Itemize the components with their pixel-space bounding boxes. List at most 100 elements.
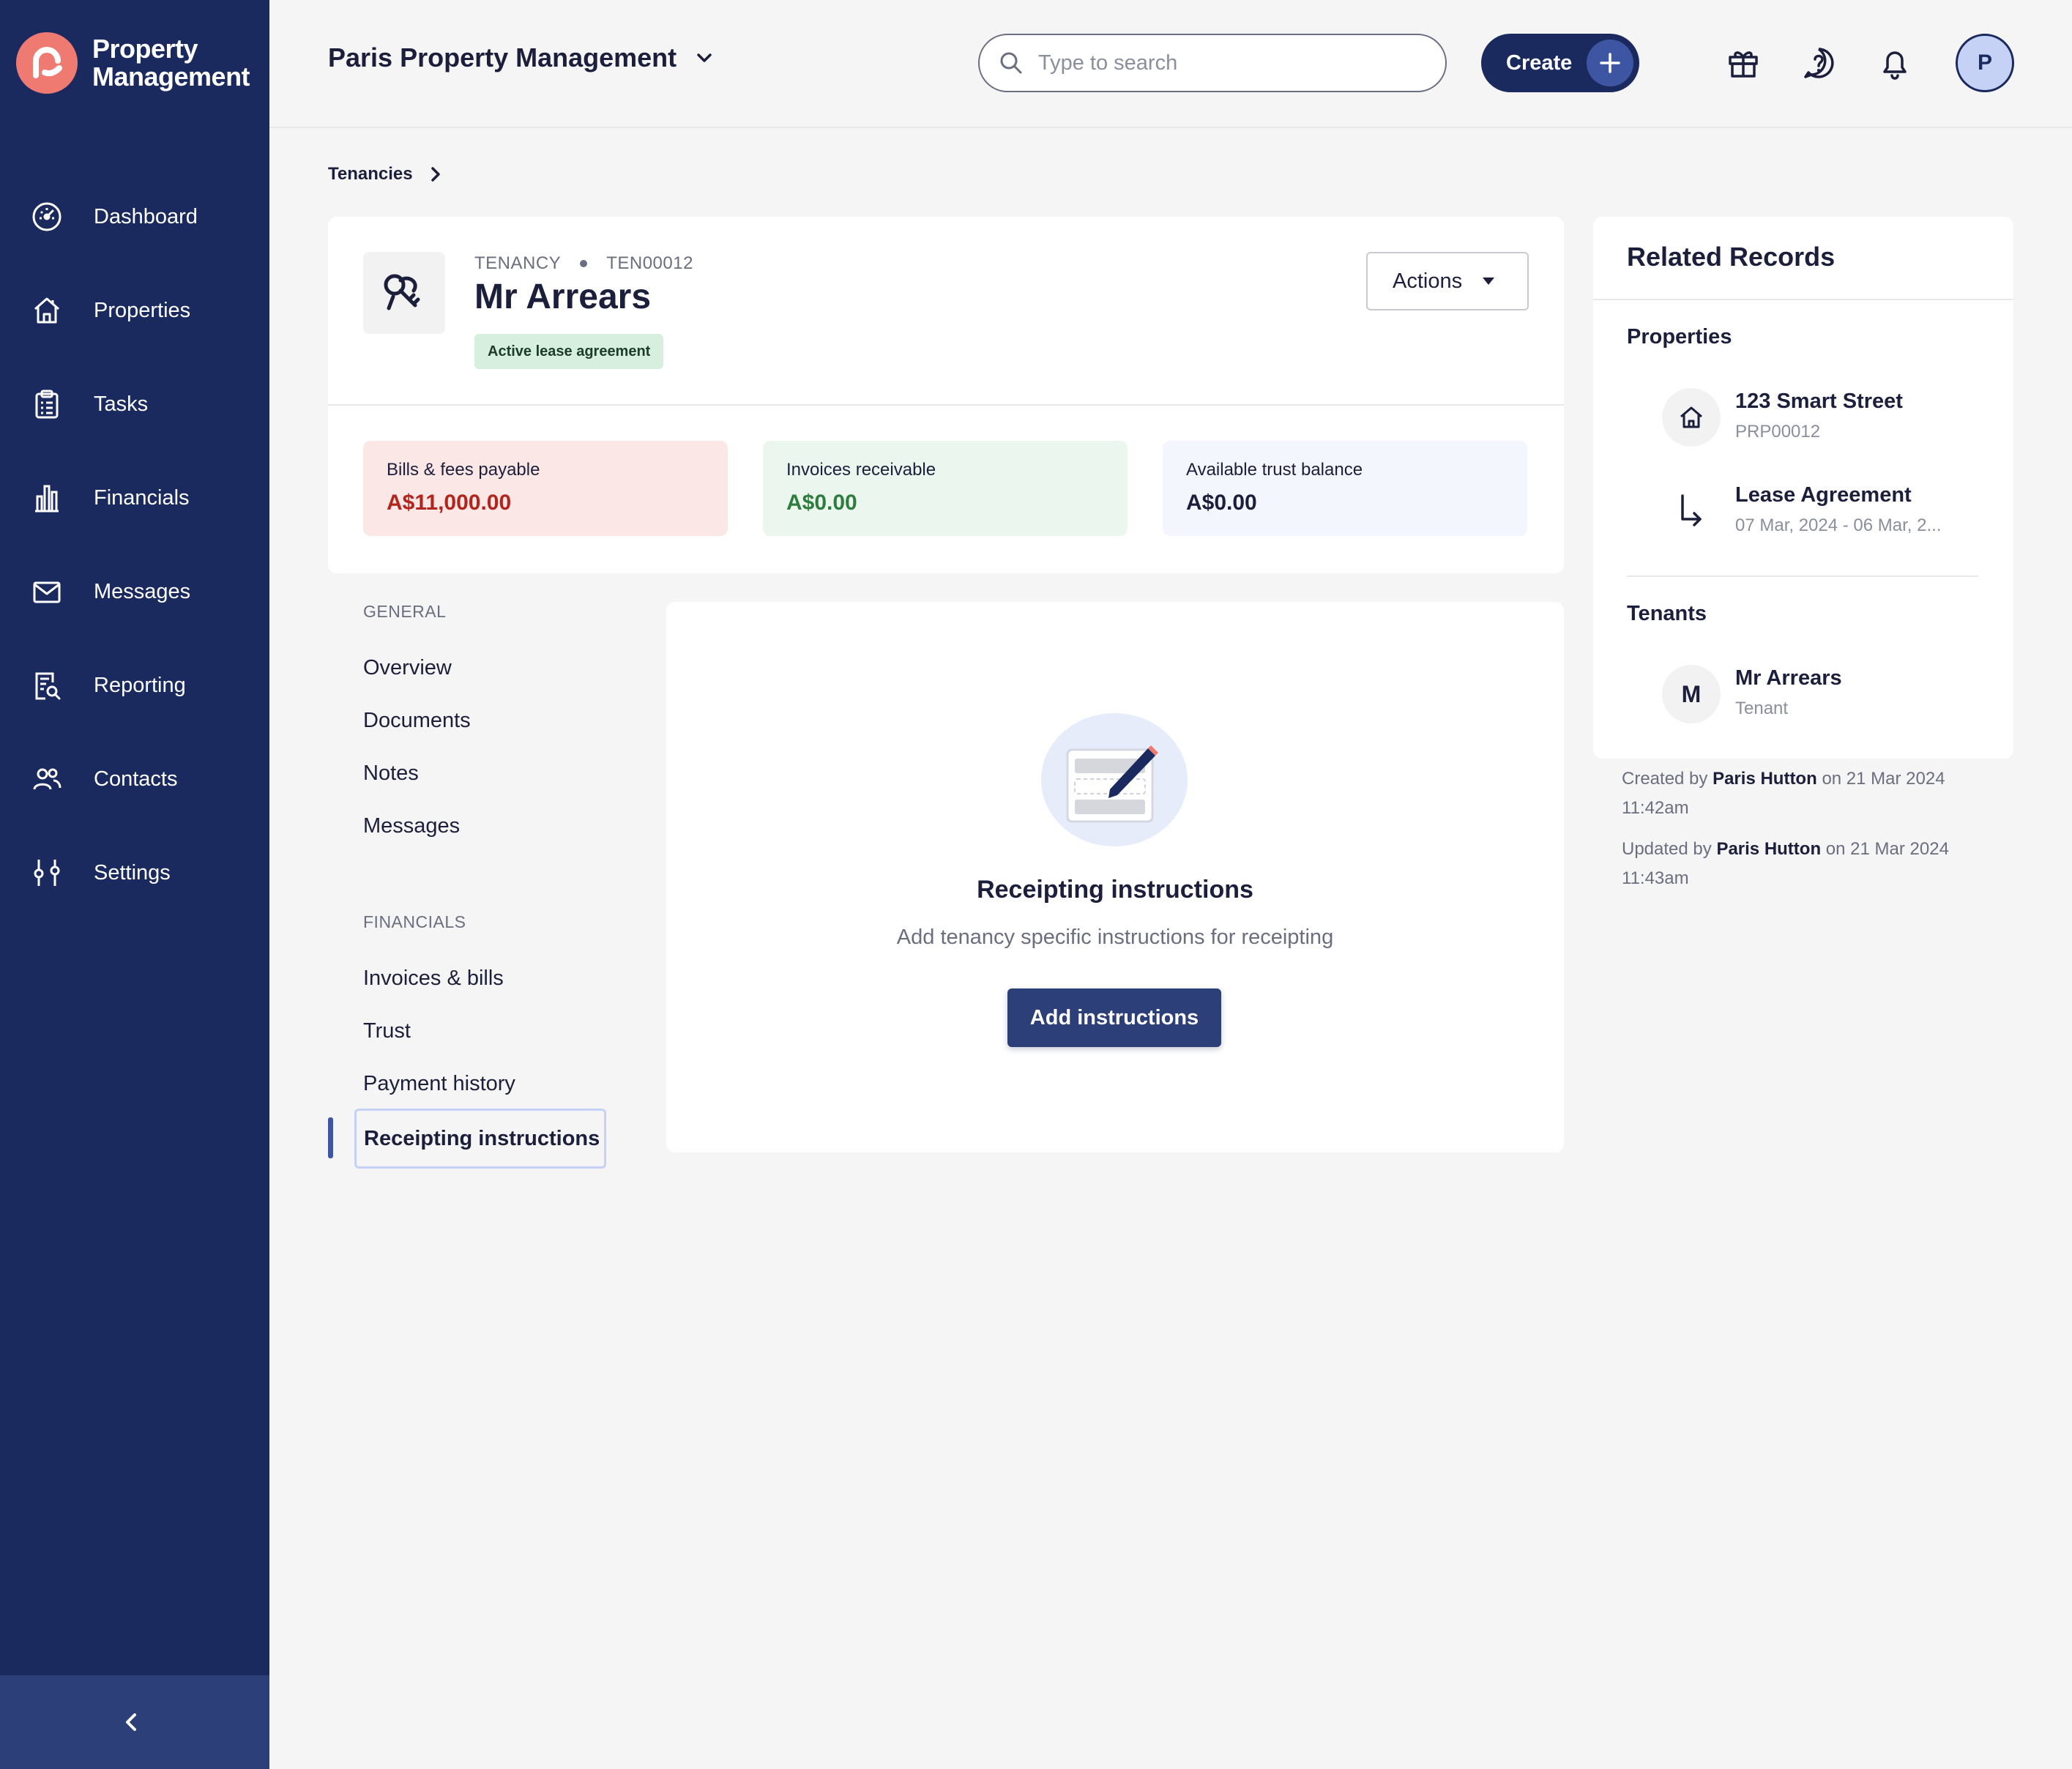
stat-label: Bills & fees payable [387, 460, 540, 480]
related-lease-link[interactable]: Lease Agreement [1735, 483, 1912, 507]
create-button[interactable]: Create [1481, 34, 1639, 92]
sidebar-item-reporting[interactable]: Reporting [0, 638, 269, 732]
sidebar-item-label: Properties [94, 298, 191, 322]
subnav-heading-financials: FINANCIALS [363, 912, 466, 931]
add-instructions-button[interactable]: Add instructions [1007, 988, 1221, 1047]
stat-invoices-receivable[interactable]: Invoices receivable A$0.00 [763, 441, 1128, 536]
related-tenants-heading: Tenants [1627, 602, 1707, 625]
related-property-code: PRP00012 [1735, 422, 1821, 442]
card-divider [328, 404, 1564, 406]
meta-separator-dot [580, 260, 588, 267]
sidebar-item-messages[interactable]: Messages [0, 545, 269, 638]
chevron-left-icon [126, 1713, 136, 1731]
stat-value: A$0.00 [786, 491, 857, 515]
report-search-icon [35, 672, 61, 700]
logo-line-2: Management [92, 62, 250, 92]
chevron-right-icon [431, 167, 440, 182]
breadcrumb-tenancies[interactable]: Tenancies [328, 164, 413, 185]
sidebar-item-settings[interactable]: Settings [0, 826, 269, 920]
related-properties-heading: Properties [1627, 325, 1732, 349]
property-home-icon [1662, 388, 1721, 447]
envelope-icon [33, 581, 61, 603]
sidebar-item-contacts[interactable]: Contacts [0, 732, 269, 826]
updated-on: on 21 Mar 2024 [1825, 839, 1949, 859]
subnav-item-invoices-bills[interactable]: Invoices & bills [363, 967, 504, 991]
sidebar-item-label: Dashboard [94, 204, 198, 228]
subnav-heading-general: GENERAL [363, 602, 447, 621]
subnav-item-notes[interactable]: Notes [363, 761, 419, 786]
caret-down-icon [1483, 278, 1495, 285]
create-button-label: Create [1506, 51, 1573, 75]
people-icon [33, 768, 62, 790]
tenant-avatar: M [1662, 665, 1721, 723]
help-icon[interactable] [1801, 45, 1836, 81]
related-records-card: Related Records Properties 123 Smart Str… [1593, 217, 2013, 759]
user-avatar[interactable]: P [1956, 34, 2014, 92]
created-by-user: Paris Hutton [1713, 769, 1817, 789]
bar-chart-icon [35, 485, 59, 513]
sidebar-item-label: Tasks [94, 392, 149, 416]
updated-by-user: Paris Hutton [1716, 839, 1822, 859]
home-icon [34, 297, 59, 324]
sidebar-item-financials[interactable]: Financials [0, 451, 269, 545]
stat-label: Available trust balance [1186, 460, 1363, 480]
created-prefix: Created by [1622, 769, 1708, 789]
org-name: Paris Property Management [328, 42, 677, 72]
sidebar-nav: Dashboard Properties Tasks Financials Me… [0, 170, 269, 920]
updated-prefix: Updated by [1622, 839, 1712, 859]
updated-time: 11:43am [1622, 868, 1689, 888]
subnav-item-messages[interactable]: Messages [363, 814, 460, 838]
panel-title: Receipting instructions [977, 876, 1253, 904]
tenancy-type-label: TENANCY [474, 253, 562, 273]
sidebar-item-label: Settings [94, 860, 171, 884]
sidebar-item-properties[interactable]: Properties [0, 264, 269, 357]
updated-info: Updated by Paris Hutton on 21 Mar 2024 1… [1622, 835, 2002, 893]
search-icon [1000, 52, 1022, 74]
related-divider [1593, 299, 2013, 300]
stat-trust-balance[interactable]: Available trust balance A$0.00 [1163, 441, 1527, 536]
search-box [978, 34, 1447, 92]
page-title: Mr Arrears [474, 278, 652, 316]
subnav-item-overview[interactable]: Overview [363, 656, 452, 680]
sliders-icon [34, 860, 60, 886]
sidebar-item-label: Financials [94, 485, 190, 510]
logo-mark-icon [16, 32, 78, 94]
breadcrumb: Tenancies [328, 164, 441, 185]
sidebar-item-dashboard[interactable]: Dashboard [0, 170, 269, 264]
sidebar-item-label: Messages [94, 579, 191, 603]
stat-bills-payable[interactable]: Bills & fees payable A$11,000.00 [363, 441, 728, 536]
sidebar: Property Management Dashboard Properties… [0, 0, 269, 1769]
sidebar-item-tasks[interactable]: Tasks [0, 357, 269, 451]
logo-text: Property Management [92, 35, 250, 91]
tenancy-keys-icon [363, 252, 445, 334]
stat-value: A$0.00 [1186, 491, 1257, 515]
status-badge: Active lease agreement [474, 334, 664, 369]
created-info: Created by Paris Hutton on 21 Mar 2024 1… [1622, 764, 2002, 823]
subnav-item-trust[interactable]: Trust [363, 1019, 411, 1043]
stat-value: A$11,000.00 [387, 491, 512, 515]
lease-arrow-icon [1662, 482, 1721, 540]
bell-icon[interactable] [1877, 45, 1912, 81]
receipting-instructions-panel: Receipting instructions Add tenancy spec… [666, 602, 1564, 1152]
dashboard-icon [32, 202, 62, 231]
panel-description: Add tenancy specific instructions for re… [896, 926, 1334, 949]
stat-label: Invoices receivable [786, 460, 936, 480]
related-lease-dates: 07 Mar, 2024 - 06 Mar, 2... [1735, 515, 1942, 535]
subnav-item-payment-history[interactable]: Payment history [363, 1072, 515, 1096]
app-logo[interactable]: Property Management [16, 32, 250, 94]
actions-label: Actions [1393, 269, 1463, 293]
search-input[interactable] [1038, 51, 1419, 75]
related-property-link[interactable]: 123 Smart Street [1735, 390, 1903, 414]
active-indicator [328, 1117, 333, 1158]
subnav-item-documents[interactable]: Documents [363, 709, 471, 733]
org-switcher[interactable]: Paris Property Management [328, 42, 713, 73]
related-records-title: Related Records [1627, 242, 1836, 272]
subnav-item-receipting-instructions[interactable]: Receipting instructions [354, 1109, 606, 1169]
related-tenant-role: Tenant [1735, 699, 1789, 718]
actions-dropdown-button[interactable]: Actions [1366, 252, 1529, 310]
related-tenant-link[interactable]: Mr Arrears [1735, 666, 1842, 690]
tenancy-summary-card: TENANCY TEN00012 Mr Arrears Active lease… [328, 217, 1564, 573]
sidebar-item-label: Contacts [94, 767, 178, 791]
gift-icon[interactable] [1726, 45, 1761, 81]
sidebar-collapse-button[interactable] [0, 1675, 269, 1769]
